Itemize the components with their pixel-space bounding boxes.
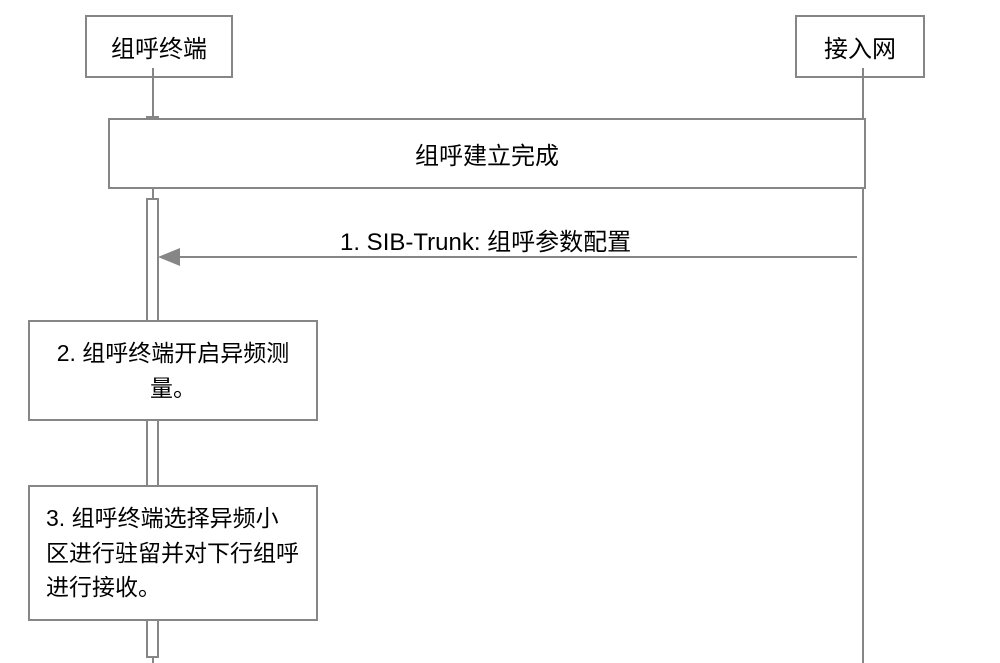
arrow-left-icon [158, 248, 180, 266]
message-1-label: 1. SIB-Trunk: 组呼参数配置 [340, 222, 631, 257]
participant-left: 组呼终端 [85, 15, 233, 78]
step-2-box: 2. 组呼终端开启异频测量。 [28, 320, 318, 421]
participant-right: 接入网 [795, 15, 925, 78]
combined-fragment: 组呼建立完成 [108, 118, 866, 189]
step-3-box: 3. 组呼终端选择异频小区进行驻留并对下行组呼进行接收。 [28, 485, 318, 621]
